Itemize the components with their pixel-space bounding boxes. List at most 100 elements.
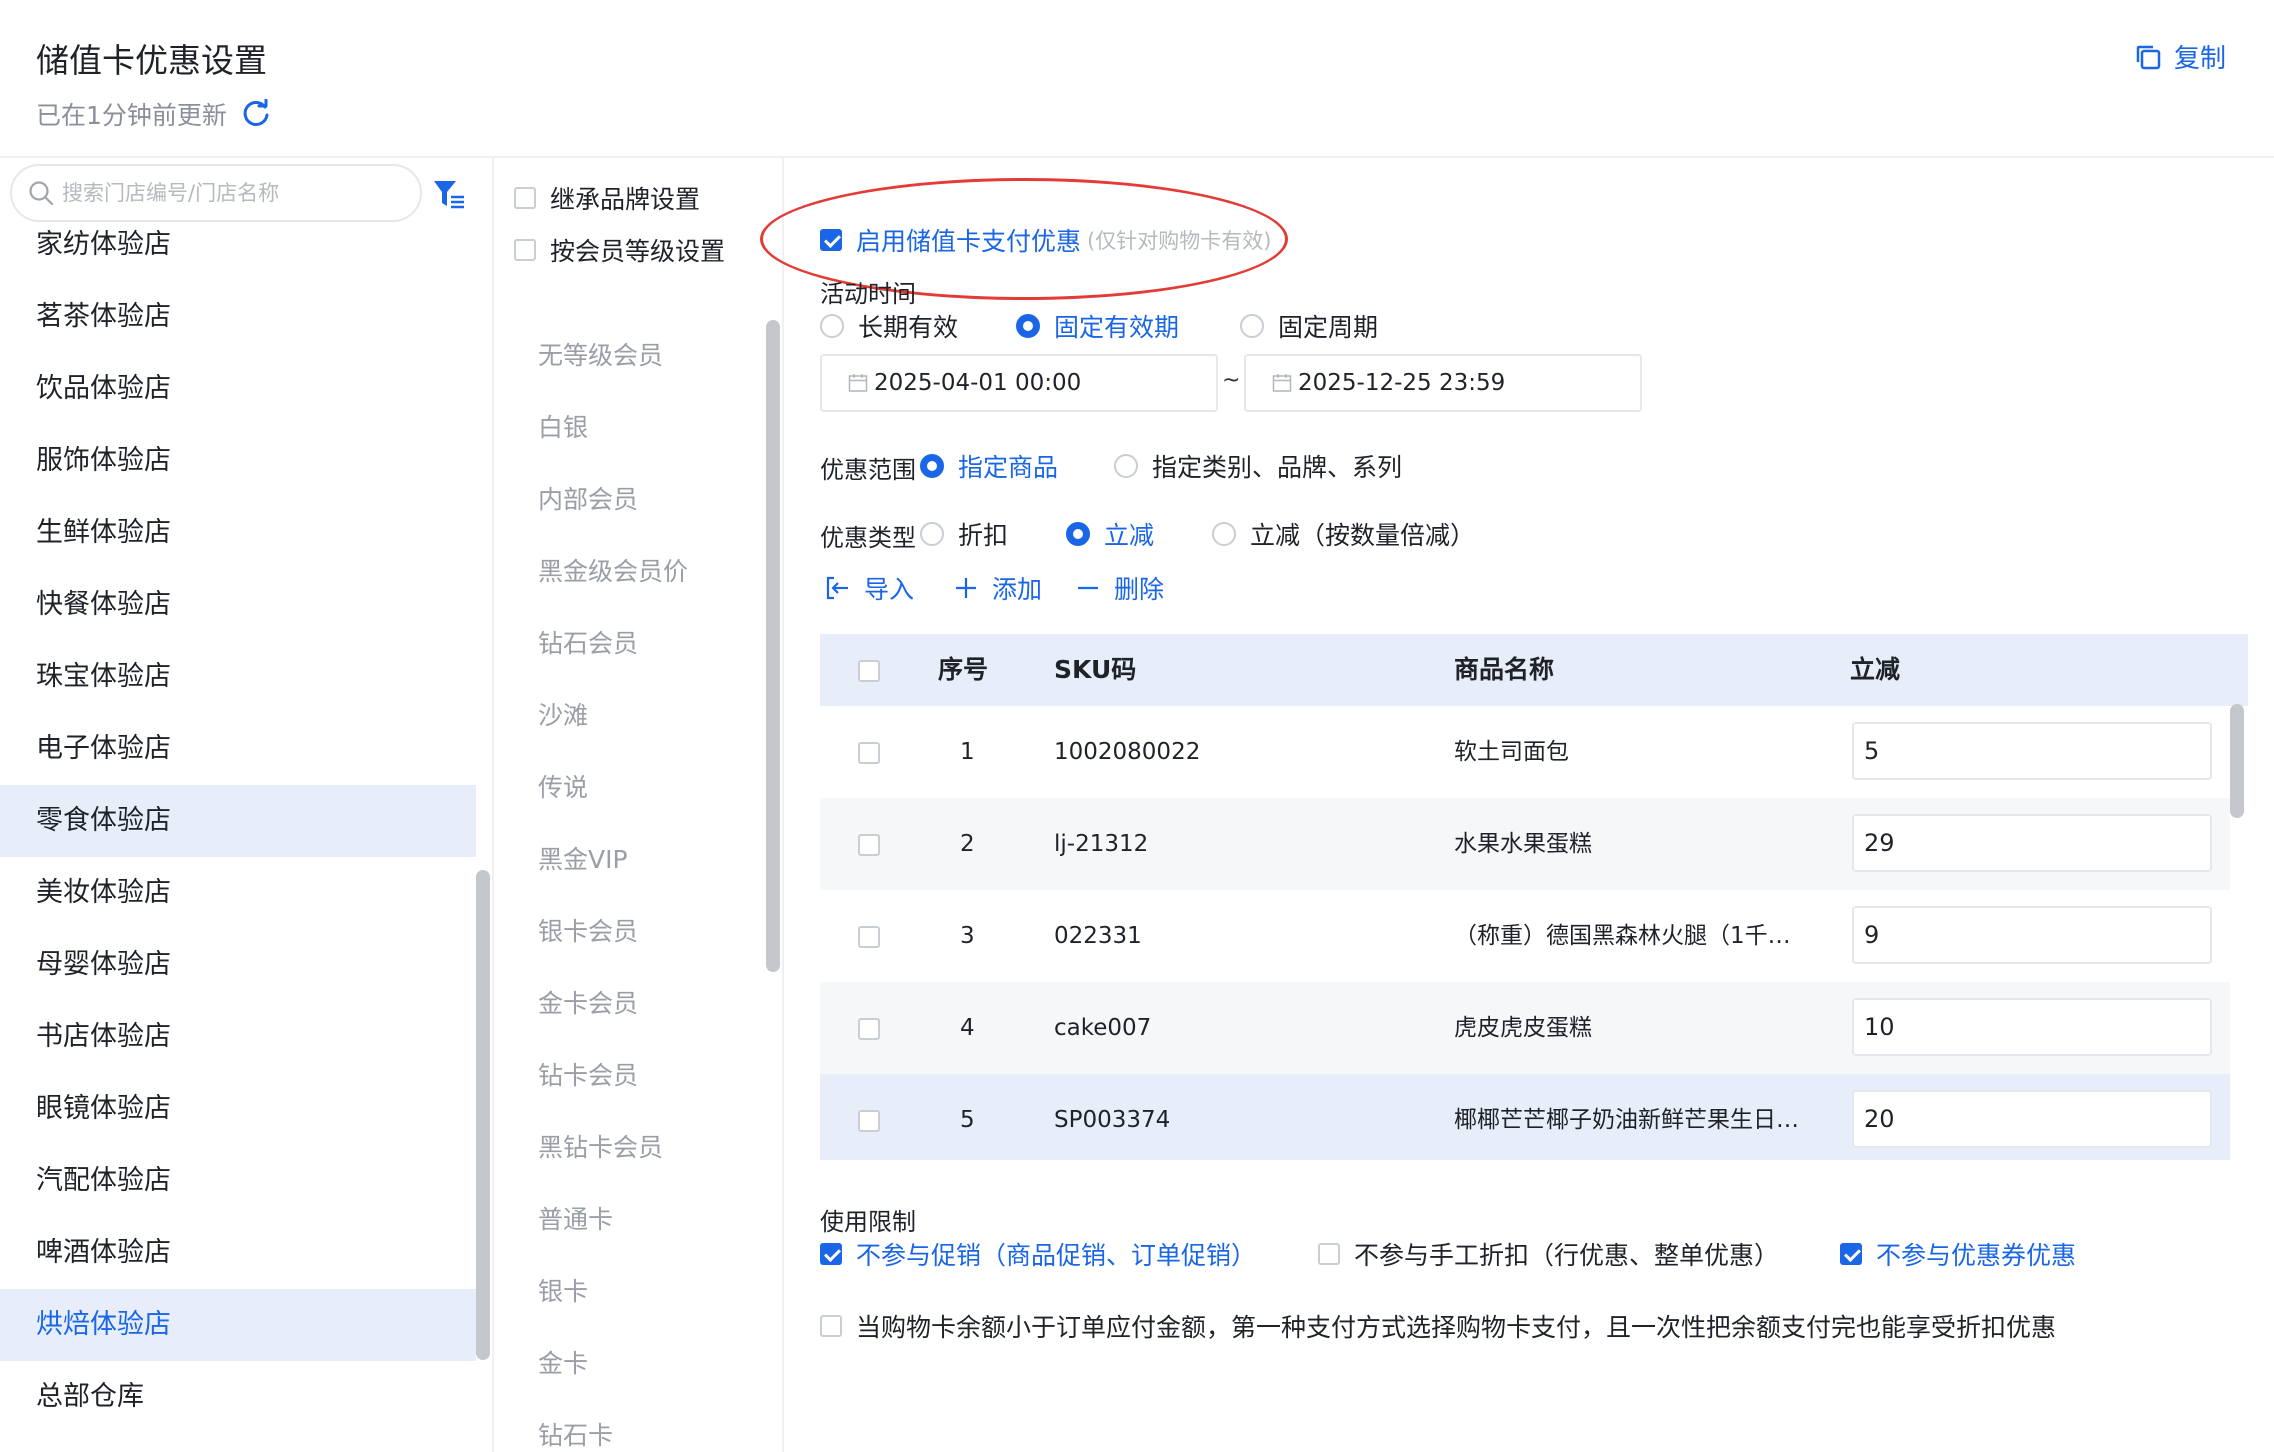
type-option-discount[interactable]: 折扣 [920,516,1008,552]
inherit-brand-checkbox[interactable] [514,187,536,209]
plus-icon [956,578,976,598]
limit-checkbox[interactable] [1318,1243,1340,1265]
scope-option-product[interactable]: 指定商品 [920,448,1058,484]
store-item[interactable]: 汽配体验店 [0,1145,476,1217]
type-option-reduce-qty[interactable]: 立减（按数量倍减） [1212,516,1475,552]
level-item[interactable]: 黑金级会员价 [538,536,688,608]
reduce-input[interactable]: 29 [1852,814,2212,872]
import-button[interactable]: 导入 [824,570,914,606]
limit-checkbox-checked[interactable] [820,1243,842,1265]
delete-label: 删除 [1114,575,1165,604]
level-item[interactable]: 普通卡 [538,1184,688,1256]
row-checkbox[interactable] [858,834,880,856]
time-option-fixed[interactable]: 固定有效期 [1016,308,1179,344]
import-icon [826,576,848,600]
radio-dot-selected[interactable] [1066,522,1090,546]
radio-dot[interactable] [1114,454,1138,478]
table-scrollbar[interactable] [2230,704,2244,818]
radio-dot[interactable] [820,314,844,338]
level-item[interactable]: 无等级会员 [538,320,688,392]
limit-checkbox-checked[interactable] [1840,1243,1862,1265]
date-separator: ~ [1222,368,1241,393]
store-item[interactable]: 生鲜体验店 [0,497,476,569]
store-list: 家纺体验店 茗茶体验店 饮品体验店 服饰体验店 生鲜体验店 快餐体验店 珠宝体验… [0,158,476,1433]
level-item[interactable]: 金卡会员 [538,968,688,1040]
radio-dot[interactable] [1212,522,1236,546]
store-item[interactable]: 珠宝体验店 [0,641,476,713]
by-level-label: 按会员等级设置 [550,237,726,266]
select-all-checkbox[interactable] [858,660,880,682]
start-date-input[interactable]: 2025-04-01 00:00 [820,354,1218,412]
copy-button[interactable]: 复制 [2134,38,2226,75]
by-level-checkbox[interactable] [514,239,536,261]
store-item[interactable]: 总部仓库 [0,1361,476,1433]
row-checkbox[interactable] [858,1110,880,1132]
store-item[interactable]: 电子体验店 [0,713,476,785]
store-item[interactable]: 家纺体验店 [0,209,476,281]
level-item[interactable]: 钻卡会员 [538,1040,688,1112]
level-item[interactable]: 传说 [538,752,688,824]
row-checkbox[interactable] [858,742,880,764]
reduce-input[interactable]: 10 [1852,998,2212,1056]
store-item[interactable]: 啤酒体验店 [0,1217,476,1289]
level-item[interactable]: 沙滩 [538,680,688,752]
row-checkbox[interactable] [858,1018,880,1040]
level-item[interactable]: 内部会员 [538,464,688,536]
level-item[interactable]: 黑金VIP [538,824,688,896]
store-scrollbar[interactable] [476,870,490,1360]
radio-dot[interactable] [1240,314,1264,338]
limit-text: 不参与促销（商品促销、订单促销） [856,1241,1257,1270]
refresh-icon[interactable] [241,99,271,129]
enable-option[interactable]: 启用储值卡支付优惠 (仅针对购物卡有效) [820,222,1271,258]
inherit-brand-option[interactable]: 继承品牌设置 [514,180,700,216]
enable-checkbox[interactable] [820,229,842,251]
settings-main: 启用储值卡支付优惠 (仅针对购物卡有效) 活动时间 长期有效 固定有效期 固定周… [760,158,2274,1452]
row-checkbox[interactable] [858,926,880,948]
add-button[interactable]: 添加 [954,570,1042,606]
store-item[interactable]: 眼镜体验店 [0,1073,476,1145]
update-text: 已在1分钟前更新 [36,101,227,130]
store-item-active[interactable]: 烘焙体验店 [0,1289,476,1361]
level-item[interactable]: 钻石卡 [538,1400,688,1452]
radio-dot-selected[interactable] [1016,314,1040,338]
delete-button[interactable]: 删除 [1076,570,1164,606]
calendar-icon [848,374,868,392]
level-item[interactable]: 钻石会员 [538,608,688,680]
store-item[interactable]: 美妆体验店 [0,857,476,929]
time-option-cycle[interactable]: 固定周期 [1240,308,1378,344]
balance-rule-option[interactable]: 当购物卡余额小于订单应付金额，第一种支付方式选择购物卡支付，且一次性把余额支付完… [820,1308,2056,1344]
level-item[interactable]: 金卡 [538,1328,688,1400]
radio-label: 指定商品 [958,453,1059,482]
end-date-input[interactable]: 2025-12-25 23:59 [1244,354,1642,412]
by-level-option[interactable]: 按会员等级设置 [514,232,725,268]
level-item[interactable]: 白银 [538,392,688,464]
reduce-input[interactable]: 5 [1852,722,2212,780]
store-item[interactable]: 服饰体验店 [0,425,476,497]
radio-label: 长期有效 [858,313,959,342]
type-option-reduce[interactable]: 立减 [1066,516,1154,552]
balance-rule-checkbox[interactable] [820,1315,842,1337]
limit-no-coupon[interactable]: 不参与优惠券优惠 [1840,1236,2076,1272]
time-option-long[interactable]: 长期有效 [820,308,958,344]
level-scrollbar[interactable] [766,320,780,972]
radio-dot[interactable] [920,522,944,546]
store-item[interactable]: 书店体验店 [0,1001,476,1073]
level-item[interactable]: 银卡 [538,1256,688,1328]
radio-dot-selected[interactable] [920,454,944,478]
row-sku: 022331 [1054,923,1142,949]
limit-no-promotion[interactable]: 不参与促销（商品促销、订单促销） [820,1236,1256,1272]
store-item[interactable]: 母婴体验店 [0,929,476,1001]
radio-label: 指定类别、品牌、系列 [1152,453,1403,482]
store-item[interactable]: 饮品体验店 [0,353,476,425]
store-item[interactable]: 快餐体验店 [0,569,476,641]
store-item-hover[interactable]: 零食体验店 [0,785,476,857]
scope-option-category[interactable]: 指定类别、品牌、系列 [1114,448,1402,484]
reduce-input[interactable]: 9 [1852,906,2212,964]
store-item[interactable]: 茗茶体验店 [0,281,476,353]
level-item[interactable]: 银卡会员 [538,896,688,968]
level-item[interactable]: 黑钻卡会员 [538,1112,688,1184]
limit-no-manual-discount[interactable]: 不参与手工折扣（行优惠、整单优惠） [1318,1236,1779,1272]
scope-radio-group: 指定商品 指定类别、品牌、系列 [920,448,1720,488]
page-title: 储值卡优惠设置 [36,41,267,80]
reduce-input[interactable]: 20 [1852,1090,2212,1148]
